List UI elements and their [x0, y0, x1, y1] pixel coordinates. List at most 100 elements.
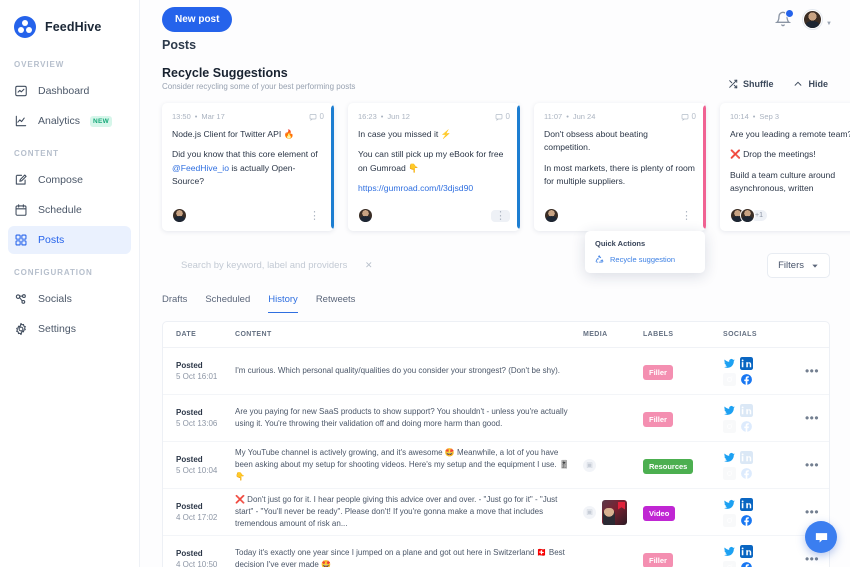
media-thumbnail[interactable]: [602, 499, 627, 525]
tab-drafts[interactable]: Drafts: [162, 294, 187, 313]
sidebar-item-settings[interactable]: Settings: [8, 315, 131, 343]
sidebar-item-posts[interactable]: Posts: [8, 226, 131, 254]
twitter-icon[interactable]: [723, 545, 736, 558]
topbar-right: ▼: [774, 9, 832, 29]
sidebar-item-dashboard[interactable]: Dashboard: [8, 77, 131, 105]
instagram-icon[interactable]: [723, 513, 736, 527]
linkedin-icon[interactable]: [740, 403, 753, 417]
more-actions-icon[interactable]: •••: [805, 364, 819, 378]
post-datetime: 4 Oct 10:50: [176, 560, 218, 567]
linkedin-icon[interactable]: [740, 544, 753, 558]
shuffle-label: Shuffle: [742, 79, 774, 89]
search-input[interactable]: [181, 260, 361, 271]
notification-bell-icon[interactable]: [774, 9, 795, 27]
instagram-icon[interactable]: [723, 419, 736, 433]
card-accent-bar: [703, 105, 706, 229]
instagram-icon[interactable]: [723, 466, 736, 480]
label-chip[interactable]: Video: [643, 506, 676, 521]
sidebar-section-configuration: CONFIGURATION: [14, 268, 93, 277]
facebook-icon[interactable]: [740, 373, 753, 386]
instagram-icon[interactable]: [723, 560, 736, 567]
tab-history[interactable]: History: [268, 294, 298, 313]
avatar[interactable]: [803, 9, 823, 29]
sidebar-item-label: Settings: [38, 323, 76, 335]
recycle-card[interactable]: 16:23 • Jun 12 0 In case you missed it ⚡ You …: [348, 103, 520, 231]
more-actions-icon[interactable]: •••: [805, 458, 819, 472]
card-menu-icon[interactable]: ⋮: [677, 210, 696, 222]
more-actions-icon[interactable]: •••: [805, 552, 819, 566]
card-text: In case you missed it ⚡: [358, 129, 452, 139]
twitter-icon[interactable]: [723, 451, 736, 464]
card-header: 11:07 • Jun 24 0: [544, 112, 696, 121]
tab-retweets[interactable]: Retweets: [316, 294, 356, 313]
sidebar-item-label: Dashboard: [38, 85, 90, 97]
twitter-icon[interactable]: [723, 498, 736, 511]
card-menu-icon[interactable]: ⋮: [305, 210, 324, 222]
table-row[interactable]: Posted 4 Oct 10:50 Today it's exactly one …: [163, 536, 829, 567]
filters-button[interactable]: Filters: [767, 253, 830, 278]
card-menu-icon[interactable]: ⋮: [491, 209, 510, 222]
compose-icon: [15, 174, 27, 185]
card-text: In most markets, there is plenty of room…: [544, 162, 695, 186]
mention-link[interactable]: @FeedHive_io: [172, 163, 229, 173]
sidebar-item-socials[interactable]: Socials: [8, 285, 131, 313]
chevron-down-icon[interactable]: ▼: [826, 21, 832, 27]
facebook-icon[interactable]: [740, 561, 753, 567]
post-status: Posted: [176, 408, 203, 417]
post-datetime: 5 Oct 10:04: [176, 466, 218, 475]
sidebar-item-schedule[interactable]: Schedule: [8, 196, 131, 224]
sidebar: FeedHive OVERVIEW Dashboard Analytics NEW CO…: [0, 0, 140, 567]
column-header-media: MEDIA: [583, 331, 608, 338]
media-placeholder-icon: ▣: [583, 458, 596, 472]
label-chip[interactable]: Filler: [643, 365, 673, 380]
search-icon: [162, 260, 173, 271]
card-date: Sep 3: [759, 112, 780, 121]
card-link[interactable]: https://gumroad.com/l/3djsd90: [358, 183, 473, 193]
chevron-down-icon: [812, 264, 818, 268]
sidebar-item-analytics[interactable]: Analytics NEW: [8, 107, 131, 135]
cell-socials: [723, 403, 795, 433]
sidebar-item-label: Schedule: [38, 204, 82, 216]
card-stat: 0: [681, 112, 696, 121]
sidebar-item-compose[interactable]: Compose: [8, 166, 131, 194]
shuffle-button[interactable]: Shuffle: [728, 79, 774, 89]
table-row[interactable]: Posted 5 Oct 13:06 Are you paying for new …: [163, 395, 829, 442]
twitter-icon[interactable]: [723, 404, 736, 417]
card-text: Are you leading a remote team?: [730, 129, 850, 139]
more-actions-icon[interactable]: •••: [805, 505, 819, 519]
tab-scheduled[interactable]: Scheduled: [205, 294, 250, 313]
card-avatars: [544, 208, 559, 223]
recycle-subtitle: Consider recycling some of your best per…: [162, 82, 356, 91]
more-actions-icon[interactable]: •••: [805, 411, 819, 425]
table-row[interactable]: Posted 5 Oct 10:04 My YouTube channel is a…: [163, 442, 829, 489]
facebook-icon[interactable]: [740, 467, 753, 480]
close-icon[interactable]: ✕: [365, 260, 373, 271]
label-chip[interactable]: Resources: [643, 459, 694, 474]
chat-bubble-icon[interactable]: [805, 521, 837, 553]
recycle-card[interactable]: 11:07 • Jun 24 0 Don't obsess about beating …: [534, 103, 706, 231]
label-chip[interactable]: Filler: [643, 412, 673, 427]
brand[interactable]: FeedHive: [0, 10, 139, 38]
twitter-icon[interactable]: [723, 357, 736, 370]
gear-icon: [16, 322, 26, 336]
linkedin-icon[interactable]: [740, 356, 753, 370]
avatar: [740, 208, 755, 223]
new-post-button[interactable]: New post: [162, 6, 233, 32]
hide-button[interactable]: Hide: [793, 79, 828, 89]
table-row[interactable]: Posted 5 Oct 16:01 I'm curious. Which pers…: [163, 348, 829, 395]
recycle-suggestion-menu-item[interactable]: Recycle suggestion: [595, 255, 695, 264]
linkedin-icon[interactable]: [740, 497, 753, 511]
cell-labels: Filler: [643, 362, 723, 380]
recycle-card[interactable]: 13:50 • Mar 17 0 Node.js Client for Twitter …: [162, 103, 334, 231]
facebook-icon[interactable]: [740, 514, 753, 527]
sidebar-item-label: Posts: [38, 234, 65, 246]
card-stat-value: 0: [319, 112, 324, 121]
card-text: Did you know that this core element of @…: [172, 149, 318, 186]
label-chip[interactable]: Filler: [643, 553, 673, 567]
facebook-icon[interactable]: [740, 420, 753, 433]
table-row[interactable]: Posted 4 Oct 17:02 ❌ Don't just go for it.…: [163, 489, 829, 536]
post-content: My YouTube channel is actively growing, …: [235, 448, 569, 481]
linkedin-icon[interactable]: [740, 450, 753, 464]
instagram-icon[interactable]: [723, 372, 736, 386]
recycle-card[interactable]: 10:14•Sep 31 Are you leading a remote tea…: [720, 103, 850, 231]
